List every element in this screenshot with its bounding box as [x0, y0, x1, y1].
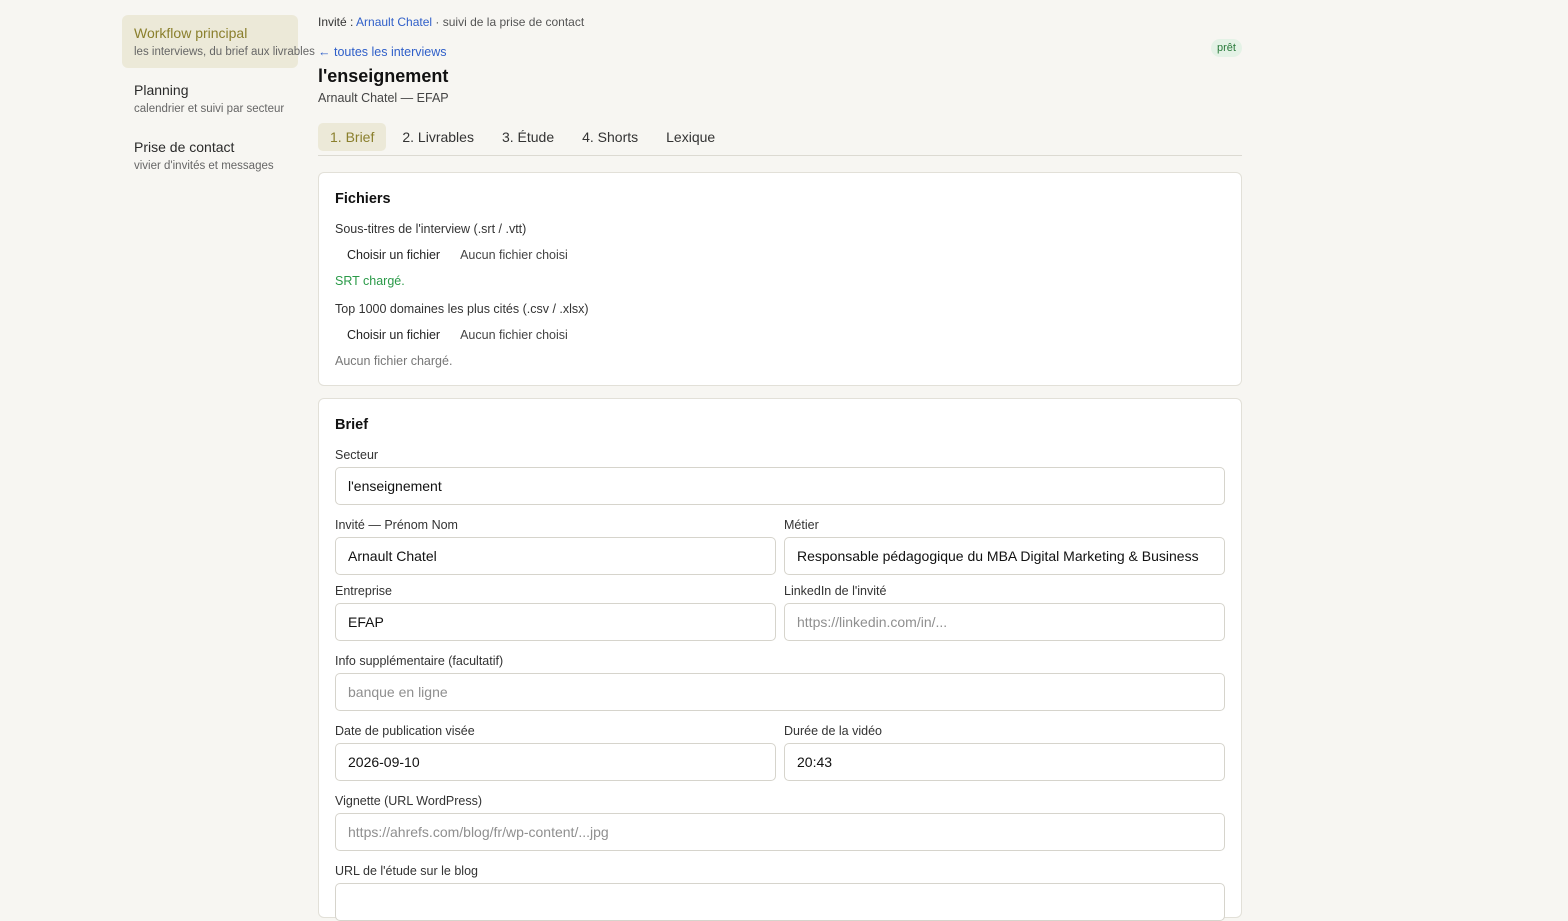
tab-shorts[interactable]: 4. Shorts — [570, 123, 650, 151]
guest-line: Invité : Arnault Chatel · suivi de la pr… — [318, 15, 584, 29]
secteur-label: Secteur — [335, 448, 379, 462]
page-title: l'enseignement — [318, 66, 449, 86]
linkedin-label: LinkedIn de l'invité — [784, 584, 887, 598]
guest-link[interactable]: Arnault Chatel — [356, 15, 432, 29]
top-domains-none-chosen: Aucun fichier choisi — [460, 328, 568, 342]
srt-status: SRT chargé. — [335, 274, 405, 288]
info-label: Info supplémentaire (facultatif) — [335, 654, 504, 668]
top-domains-choose-button[interactable]: Choisir un fichier — [335, 328, 452, 342]
top-domains-label: Top 1000 domaines les plus cités (.csv /… — [335, 302, 589, 316]
etude-url-label: URL de l'étude sur le blog — [335, 864, 478, 878]
info-input[interactable] — [335, 673, 1225, 711]
metier-input[interactable] — [784, 537, 1225, 575]
entreprise-label: Entreprise — [335, 584, 392, 598]
vignette-input[interactable] — [335, 813, 1225, 851]
sidebar: Workflow principal les interviews, du br… — [122, 15, 315, 186]
srt-none-chosen: Aucun fichier choisi — [460, 248, 568, 262]
sidebar-item-subtitle: les interviews, du brief aux livrables — [134, 46, 315, 58]
duree-label: Durée de la vidéo — [784, 724, 882, 738]
metier-label: Métier — [784, 518, 819, 532]
date-input[interactable] — [335, 743, 776, 781]
srt-file-input: Choisir un fichier Aucun fichier choisi — [335, 248, 568, 262]
sidebar-item-title: Workflow principal — [134, 25, 248, 41]
sidebar-item-planning[interactable]: Planning calendrier et suivi par secteur — [122, 72, 298, 125]
srt-choose-button[interactable]: Choisir un fichier — [335, 248, 452, 262]
page-subtitle: Arnault Chatel — EFAP — [318, 91, 449, 105]
tab-livrables[interactable]: 2. Livrables — [390, 123, 486, 151]
status-badge: prêt — [1211, 39, 1242, 57]
sidebar-item-title: Prise de contact — [134, 139, 235, 155]
tab-brief[interactable]: 1. Brief — [318, 123, 387, 151]
guest-label: Invité : — [318, 15, 354, 29]
tab-etude[interactable]: 3. Étude — [490, 123, 566, 151]
date-label: Date de publication visée — [335, 724, 475, 738]
back-link[interactable]: ← toutes les interviews — [318, 45, 447, 59]
entreprise-input[interactable] — [335, 603, 776, 641]
etude-url-input[interactable] — [335, 883, 1225, 921]
sidebar-item-subtitle: vivier d'invités et messages — [134, 160, 274, 172]
invite-label: Invité — Prénom Nom — [335, 518, 458, 532]
sidebar-item-subtitle: calendrier et suivi par secteur — [134, 103, 285, 115]
srt-label: Sous-titres de l'interview (.srt / .vtt) — [335, 222, 527, 236]
files-title: Fichiers — [335, 191, 391, 207]
tab-lexique[interactable]: Lexique — [654, 123, 727, 151]
duree-input[interactable] — [784, 743, 1225, 781]
sidebar-item-contact[interactable]: Prise de contact vivier d'invités et mes… — [122, 129, 298, 182]
files-card: Fichiers Sous-titres de l'interview (.sr… — [318, 172, 1242, 386]
guest-suffix: · suivi de la prise de contact — [435, 15, 585, 29]
brief-title: Brief — [335, 417, 369, 433]
brief-card: Brief Secteur Invité — Prénom Nom Métier… — [318, 398, 1242, 921]
top-domains-status: Aucun fichier chargé. — [335, 354, 453, 368]
linkedin-input[interactable] — [784, 603, 1225, 641]
invite-input[interactable] — [335, 537, 776, 575]
sidebar-item-workflow[interactable]: Workflow principal les interviews, du br… — [122, 15, 315, 68]
sidebar-item-title: Planning — [134, 82, 189, 98]
vignette-label: Vignette (URL WordPress) — [335, 794, 483, 808]
secteur-input[interactable] — [335, 467, 1225, 505]
top-domains-file-input: Choisir un fichier Aucun fichier choisi — [335, 328, 568, 342]
tab-bar: 1. Brief 2. Livrables 3. Étude 4. Shorts… — [318, 123, 1242, 156]
